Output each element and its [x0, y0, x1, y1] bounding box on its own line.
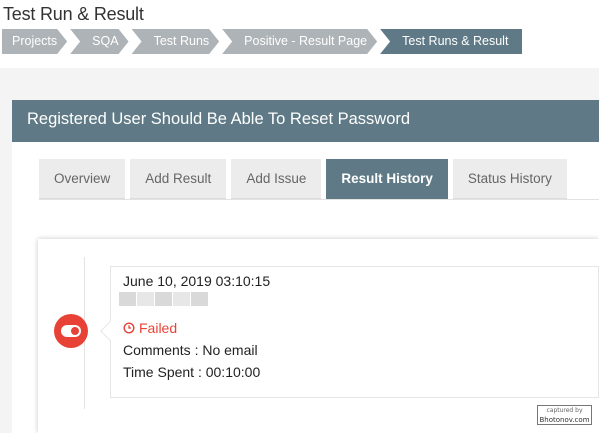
tab-add-result[interactable]: Add Result [130, 159, 227, 199]
breadcrumb-current: Test Runs & Result [380, 29, 523, 54]
tab-result-history[interactable]: Result History [326, 159, 448, 199]
breadcrumb-projects[interactable]: Projects [2, 29, 67, 54]
tab-overview[interactable]: Overview [39, 159, 126, 199]
tab-add-issue[interactable]: Add Issue [231, 159, 322, 199]
entry-comments: Comments : No email [123, 342, 258, 358]
page-header: Test Run & Result Projects SQA Test Runs… [0, 0, 599, 68]
watermark-brand: Bhotonov.com [539, 416, 590, 424]
capture-watermark: captured by Bhotonov.com [537, 405, 592, 425]
card-title: Registered User Should Be Able To Reset … [27, 110, 411, 128]
history-entry: June 10, 2019 03:10:15 Failed Comments :… [100, 266, 599, 398]
tab-divider [39, 199, 599, 200]
entry-pointer [100, 321, 120, 341]
breadcrumb-test-runs[interactable]: Test Runs [132, 29, 220, 54]
failed-status-marker [54, 314, 88, 348]
tab-bar: Overview Add Result Add Issue Result His… [39, 159, 572, 199]
result-history-panel: June 10, 2019 03:10:15 Failed Comments :… [38, 239, 599, 433]
breadcrumb: Projects SQA Test Runs Positive - Result… [2, 29, 525, 54]
entry-time-spent: Time Spent : 00:10:00 [123, 364, 261, 380]
redacted-user [119, 292, 209, 306]
card-header: Registered User Should Be Able To Reset … [12, 100, 599, 142]
entry-date: June 10, 2019 03:10:15 [123, 273, 271, 289]
toggle-icon [61, 325, 81, 337]
watermark-caption: captured by [546, 407, 583, 414]
page-title: Test Run & Result [3, 4, 144, 24]
entry-status-text: Failed [139, 320, 178, 336]
test-case-card: Registered User Should Be Able To Reset … [12, 100, 599, 433]
tab-status-history[interactable]: Status History [452, 159, 567, 199]
breadcrumb-result-page[interactable]: Positive - Result Page [222, 29, 377, 54]
breadcrumb-sqa[interactable]: SQA [70, 29, 128, 54]
clock-icon [123, 322, 135, 334]
entry-status: Failed [123, 320, 177, 336]
